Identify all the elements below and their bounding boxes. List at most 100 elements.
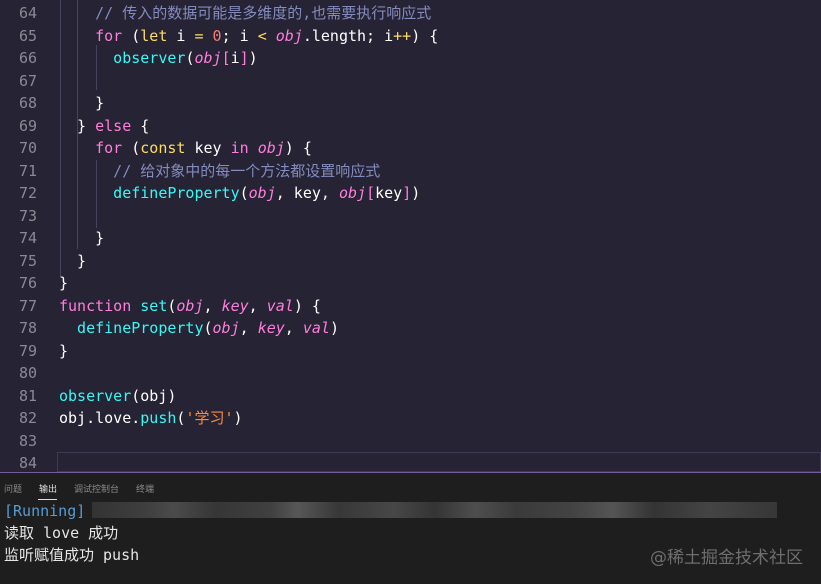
code-token: key (375, 184, 403, 202)
code-text: defineProperty(obj, key, obj[key]) (59, 182, 420, 205)
line-number: 77 (18, 296, 37, 315)
code-line[interactable]: 73 (0, 205, 821, 228)
code-token: i (167, 26, 195, 45)
code-text: function set(obj, key, val) { (59, 295, 321, 318)
code-token: // 传入的数据可能是多维度的,也需要执行响应式 (59, 4, 432, 22)
tab-output[interactable]: 输出 (39, 482, 57, 495)
code-token: ( (203, 319, 213, 337)
code-line[interactable]: 64 // 传入的数据可能是多维度的,也需要执行响应式 (0, 2, 821, 25)
code-token: const (140, 139, 186, 157)
code-token: ; i (221, 26, 258, 45)
code-line[interactable]: 66 observer(obj[i]) (0, 47, 821, 70)
code-line[interactable]: 76} (0, 272, 821, 295)
code-token: key (257, 319, 285, 337)
code-line[interactable]: 65 for (let i = 0; i < obj.length; i++) … (0, 25, 821, 48)
code-line[interactable]: 67 (0, 70, 821, 93)
code-token: (obj) (131, 386, 177, 405)
code-line[interactable]: 68 } (0, 92, 821, 115)
code-token: , (239, 319, 258, 337)
code-text: } (59, 92, 104, 115)
line-number: 67 (18, 71, 37, 90)
code-line[interactable]: 78 defineProperty(obj, key, val) (0, 317, 821, 340)
code-token: for (59, 139, 123, 157)
redacted-path (92, 502, 777, 518)
line-number: 82 (18, 409, 37, 427)
output-running-label: [Running] (4, 502, 86, 520)
code-line[interactable]: 69 } else { (0, 115, 821, 138)
code-token: // 给对象中的每一个方法都设置响应式 (59, 161, 381, 180)
panel-divider[interactable] (0, 472, 821, 473)
code-line[interactable]: 72 defineProperty(obj, key, obj[key]) (0, 182, 821, 205)
line-number: 73 (18, 206, 37, 225)
code-line[interactable]: 80 (0, 362, 821, 385)
code-line[interactable]: 71 // 给对象中的每一个方法都设置响应式 (0, 160, 821, 183)
code-token: } (59, 94, 105, 112)
code-token: obj (194, 49, 222, 67)
code-line[interactable]: 81 observer(obj) (0, 385, 821, 408)
code-token: 0 (212, 26, 222, 45)
code-token: key (185, 139, 231, 157)
code-token: push (140, 409, 177, 427)
code-line[interactable]: 84 (0, 452, 821, 472)
line-number: 65 (18, 26, 37, 45)
code-token: ) (329, 319, 339, 337)
code-line[interactable]: 77 function set(obj, key, val) { (0, 295, 821, 318)
output-line: 读取 love 成功 (4, 524, 119, 542)
line-number: 83 (18, 431, 37, 450)
code-token: = (194, 26, 204, 45)
code-token: in (230, 139, 249, 157)
code-token: ( (239, 184, 249, 202)
code-token: } (59, 274, 69, 292)
line-number: 81 (18, 386, 37, 405)
line-number: 69 (18, 116, 37, 135)
code-token: set (140, 296, 168, 315)
tab-problems[interactable]: 问题 (4, 482, 22, 495)
code-text: } (59, 227, 104, 250)
code-token: , (248, 296, 267, 315)
code-token: for (59, 26, 123, 45)
code-token: { (131, 116, 150, 135)
code-token: , key, (275, 184, 339, 202)
line-number: 71 (18, 161, 37, 180)
line-number: 78 (18, 319, 37, 337)
code-line[interactable]: 74 } (0, 227, 821, 250)
code-line[interactable]: 82 obj.love.push('学习') (0, 407, 821, 430)
code-token: ( (122, 26, 141, 45)
code-token: } (59, 116, 96, 135)
tab-terminal[interactable]: 终端 (136, 482, 154, 495)
line-number: 66 (18, 49, 37, 67)
code-line[interactable]: 75 } (0, 250, 821, 273)
code-editor[interactable]: 64 // 传入的数据可能是多维度的,也需要执行响应式 65 for (let i… (0, 0, 821, 472)
code-token: obj.love. (59, 409, 141, 427)
tab-debug-console[interactable]: 调试控制台 (74, 482, 119, 495)
code-token: , (284, 319, 303, 337)
code-token: ) (233, 409, 243, 427)
code-text: for (let i = 0; i < obj.length; i++) { (59, 25, 438, 48)
code-token: val (266, 296, 294, 315)
code-text: // 传入的数据可能是多维度的,也需要执行响应式 (59, 2, 431, 25)
line-number: 76 (18, 274, 37, 292)
code-token: [ (221, 49, 231, 67)
code-text: } (59, 250, 86, 273)
watermark: @稀土掘金技术社区 (650, 548, 803, 568)
code-token: else (95, 116, 132, 135)
code-token: obj (212, 319, 240, 337)
line-number: 84 (18, 454, 37, 472)
line-number: 64 (18, 4, 37, 22)
code-token: defineProperty (59, 319, 204, 337)
code-line[interactable]: 83 (0, 430, 821, 453)
code-token: ] (239, 49, 249, 67)
code-token: obj (257, 139, 285, 157)
code-token: val (302, 319, 330, 337)
code-line[interactable]: 70 for (const key in obj) { (0, 137, 821, 160)
code-token: obj (248, 184, 276, 202)
code-line[interactable]: 79} (0, 340, 821, 363)
code-text: defineProperty(obj, key, val) (59, 317, 339, 340)
code-token: .length; i (302, 26, 394, 45)
code-token: , (203, 296, 222, 315)
code-token: observer (59, 49, 186, 67)
code-text: } (59, 340, 68, 363)
